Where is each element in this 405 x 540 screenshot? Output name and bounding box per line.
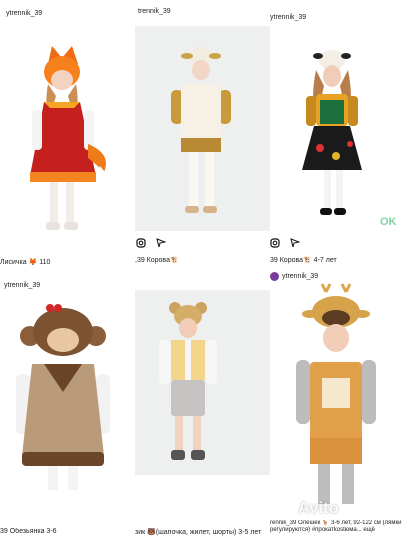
- avatar[interactable]: [270, 272, 279, 281]
- post-caption: rennik_39 Олешек 🦌 3-6 лет, 92-122 см (л…: [270, 520, 402, 533]
- deer-costume-photo[interactable]: [270, 282, 405, 522]
- post-username[interactable]: trennik_39: [138, 8, 171, 15]
- post-caption: Лисичка 🦊 110: [0, 259, 51, 266]
- post-username[interactable]: ytrennik_39: [6, 10, 42, 17]
- post-caption: 39 Корова🐮 4-7 лет: [270, 257, 337, 264]
- instagram-icon[interactable]: [270, 238, 280, 248]
- post-username[interactable]: ytrennik_39: [4, 282, 40, 289]
- avito-watermark: Avito: [298, 500, 339, 517]
- post-caption: ,39 Корова🐮: [135, 257, 179, 264]
- send-icon[interactable]: [290, 238, 300, 248]
- instagram-icon[interactable]: [136, 238, 146, 248]
- cow-floral-costume-photo[interactable]: [270, 30, 405, 235]
- post-actions: [136, 238, 166, 248]
- cow-costume-photo[interactable]: [135, 26, 270, 231]
- post-username[interactable]: ytrennik_39: [282, 273, 318, 280]
- post-caption: зик 🐻(шапочка, жилет, шорты) 3-5 лет: [135, 529, 262, 536]
- monkey-costume-photo[interactable]: [0, 296, 130, 522]
- post-actions: [270, 238, 300, 248]
- ok-watermark: OK: [380, 216, 397, 228]
- post-username[interactable]: ytrennik_39: [270, 14, 306, 21]
- fox-costume-photo[interactable]: [0, 26, 130, 246]
- send-icon[interactable]: [156, 238, 166, 248]
- post-caption: 39 Обезьянка 3-6: [0, 528, 57, 535]
- bear-costume-photo[interactable]: [135, 290, 270, 475]
